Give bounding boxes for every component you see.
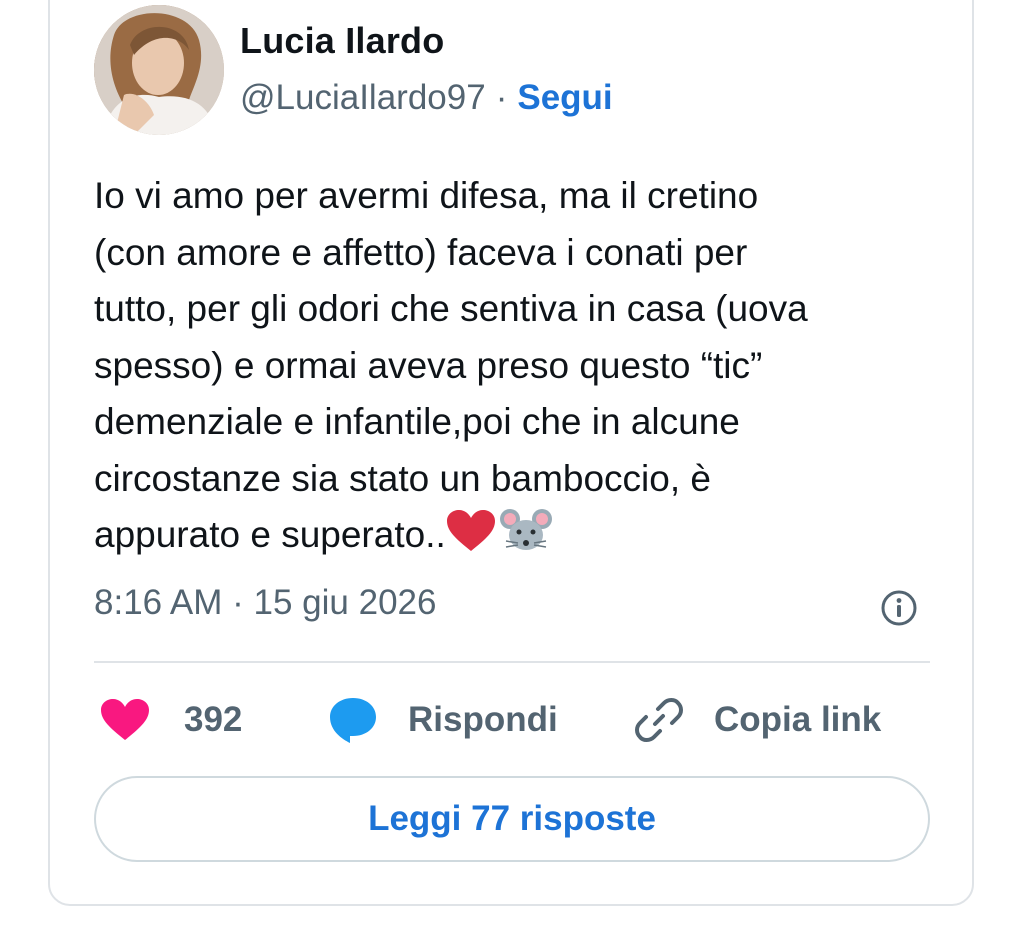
follow-button[interactable]: Segui	[517, 78, 612, 117]
like-count: 392	[184, 700, 243, 739]
reply-button[interactable]: Rispondi	[328, 694, 558, 746]
read-replies-button[interactable]: Leggi 77 risposte	[94, 776, 930, 862]
separator-dot: ·	[495, 78, 508, 117]
reply-label: Rispondi	[408, 700, 558, 739]
avatar[interactable]	[94, 5, 224, 135]
action-bar: 392 Rispondi Copia link	[94, 694, 930, 746]
tweet-timestamp[interactable]: 8:16 AM · 15 giu 2026	[94, 583, 436, 623]
like-button[interactable]: 392	[100, 694, 242, 746]
copy-link-label: Copia link	[714, 700, 882, 739]
divider	[94, 661, 930, 663]
tweet-text: Io vi amo per avermi difesa, ma il creti…	[94, 168, 934, 564]
tweet-emojis	[446, 507, 554, 555]
info-icon[interactable]	[880, 589, 918, 627]
author-handle-row: @LuciaIlardo97 · Segui	[240, 78, 613, 118]
copy-link-button[interactable]: Copia link	[634, 694, 881, 746]
heart-icon	[101, 699, 149, 740]
red-heart-emoji	[446, 510, 495, 551]
author-name[interactable]: Lucia Ilardo	[240, 20, 444, 62]
link-icon	[635, 698, 683, 742]
author-handle[interactable]: @LuciaIlardo97	[240, 78, 486, 117]
mouse-emoji	[499, 509, 552, 550]
speech-bubble-icon	[330, 698, 376, 743]
tweet-body: Io vi amo per avermi difesa, ma il creti…	[94, 175, 808, 555]
